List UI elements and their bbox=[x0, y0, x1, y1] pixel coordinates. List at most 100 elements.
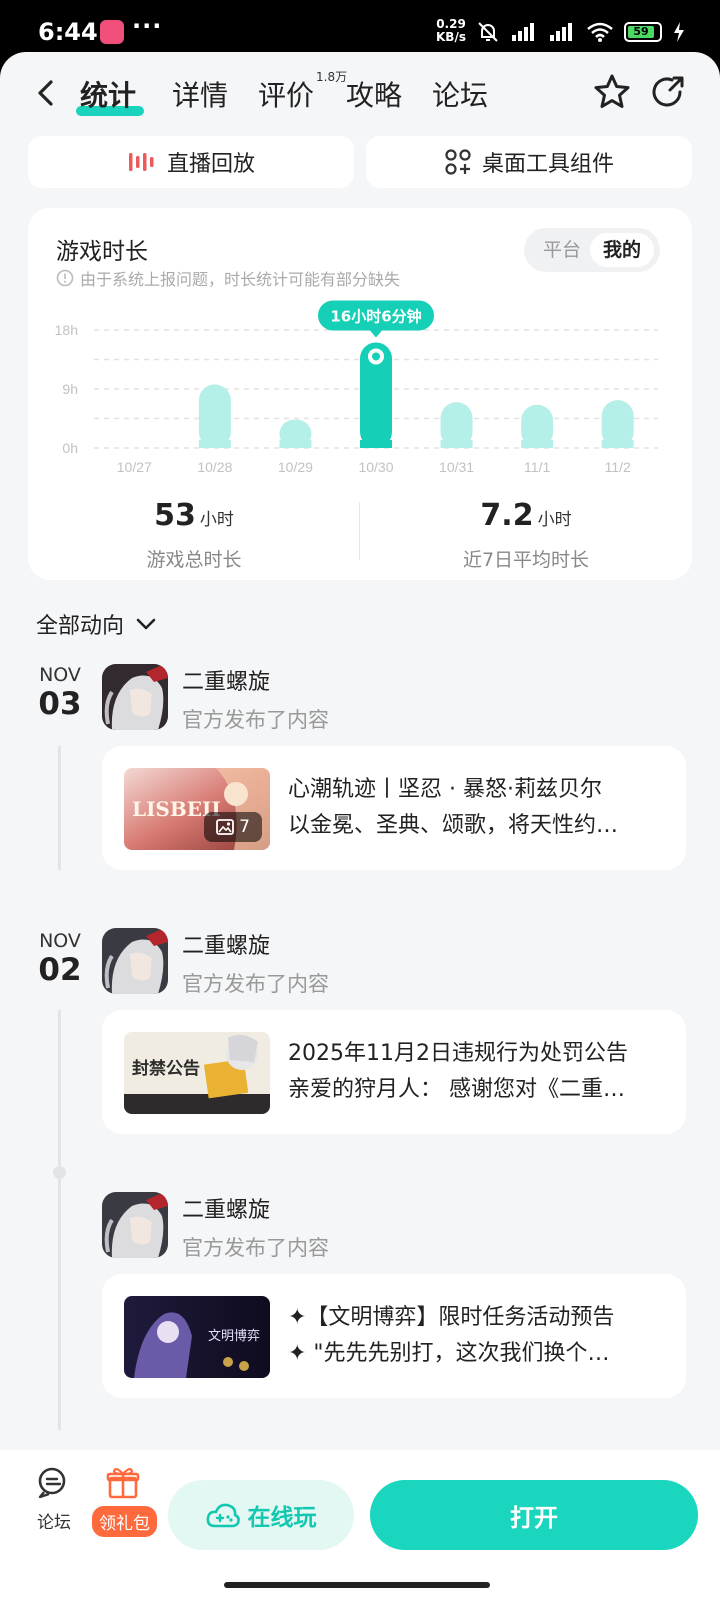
chart-bar-base bbox=[279, 440, 312, 448]
poster-action: 官方发布了内容 bbox=[182, 708, 329, 732]
chart-x-tick-label: 10/28 bbox=[197, 459, 232, 475]
gift-icon bbox=[106, 1467, 140, 1499]
poster-name[interactable]: 二重螺旋 bbox=[182, 1192, 270, 1224]
tab-statistics[interactable]: 统计 bbox=[80, 74, 136, 114]
chart-x-tick-label: 10/27 bbox=[117, 459, 152, 475]
forum-label: 论坛 bbox=[37, 1513, 71, 1533]
chart-tooltip-text: 16小时6分钟 bbox=[330, 307, 421, 325]
post-title: 心潮轨迹丨坚忍 · 暴怒·莉兹贝尔 bbox=[288, 777, 602, 802]
chart-bar-base bbox=[601, 440, 634, 448]
chart-y-tick-label: 9h bbox=[62, 381, 78, 397]
post-thumbnail: 封禁公告 bbox=[124, 1032, 270, 1114]
post-title: 2025年11月2日违规行为处罚公告 bbox=[288, 1041, 628, 1066]
more-notifications-icon: ··· bbox=[132, 12, 163, 40]
share-icon[interactable] bbox=[648, 72, 688, 112]
post-excerpt: ✦ "先先先别打，这次我们换个… bbox=[288, 1341, 610, 1366]
chart-y-tick-label: 18h bbox=[55, 322, 78, 338]
toggle-platform[interactable]: 平台 bbox=[530, 233, 594, 267]
tab-forum[interactable]: 论坛 bbox=[432, 74, 488, 114]
gift-pack-button[interactable]: 领礼包 bbox=[92, 1466, 157, 1537]
average-playtime: 7.2 小时 近7日平均时长 bbox=[360, 498, 692, 572]
chevron-down-icon bbox=[136, 618, 156, 630]
chart-x-tick-label: 10/31 bbox=[439, 459, 474, 475]
feed-post-card[interactable]: 文明博弈 ✦【文明博弈】限时任务活动预告 ✦ "先先先别打，这次我们换个… bbox=[102, 1274, 686, 1398]
post-thumbnail: 文明博弈 bbox=[124, 1296, 270, 1378]
info-circle-icon bbox=[56, 269, 74, 287]
forum-button[interactable]: 论坛 bbox=[26, 1466, 82, 1533]
activity-filter-dropdown[interactable]: 全部动向 bbox=[36, 608, 156, 640]
chart-bar-base bbox=[360, 440, 392, 448]
star-favorite-icon[interactable] bbox=[592, 72, 632, 112]
battery-indicator: 59 bbox=[624, 22, 662, 42]
feed-post-card[interactable]: 封禁公告 2025年11月2日违规行为处罚公告 亲爱的狩月人： 感谢您对《二重… bbox=[102, 1010, 686, 1134]
desktop-widget-label: 桌面工具组件 bbox=[481, 152, 614, 177]
poster-avatar[interactable] bbox=[102, 1192, 168, 1258]
total-playtime-value: 53 bbox=[154, 498, 196, 533]
average-playtime-label: 近7日平均时长 bbox=[462, 549, 590, 571]
timeline-line bbox=[58, 1010, 61, 1430]
playtime-title: 游戏时长 bbox=[56, 239, 148, 265]
activity-filter-label: 全部动向 bbox=[36, 614, 125, 639]
post-thumbnail: LISBEII 7 bbox=[124, 768, 270, 850]
bottom-action-bar: 论坛 领礼包 在线玩 打开 bbox=[0, 1450, 720, 1600]
wifi-icon bbox=[587, 22, 613, 42]
post-excerpt: 亲爱的狩月人： 感谢您对《二重… bbox=[288, 1077, 625, 1102]
open-game-button[interactable]: 打开 bbox=[370, 1480, 698, 1550]
timeline-dot bbox=[53, 1166, 66, 1179]
status-time: 6:44 bbox=[38, 18, 98, 46]
average-playtime-unit: 小时 bbox=[537, 510, 572, 530]
post-excerpt: 以金冕、圣典、颂歌，将天性约… bbox=[288, 813, 619, 838]
live-bars-icon bbox=[128, 153, 154, 171]
total-playtime-label: 游戏总时长 bbox=[146, 549, 242, 571]
review-count-badge: 1.8万 bbox=[316, 70, 348, 84]
poster-action: 官方发布了内容 bbox=[182, 972, 329, 996]
status-icons: 59 bbox=[476, 20, 686, 44]
top-navigation: 统计 详情 评价 1.8万 攻略 论坛 bbox=[0, 52, 720, 134]
svg-text:文明博弈: 文明博弈 bbox=[208, 1328, 260, 1344]
average-playtime-value: 7.2 bbox=[480, 498, 534, 533]
poster-avatar[interactable] bbox=[102, 928, 168, 994]
feed-post-card[interactable]: LISBEII 7 心潮轨迹丨坚忍 · 暴怒·莉兹贝尔 以金冕、圣典、颂歌，将天… bbox=[102, 746, 686, 870]
home-indicator[interactable] bbox=[224, 1582, 490, 1588]
tab-guides[interactable]: 攻略 bbox=[346, 74, 402, 114]
chat-bubble-icon bbox=[38, 1467, 66, 1499]
signal-icon-2 bbox=[550, 23, 572, 41]
net-speed: 0.29 KB/s bbox=[436, 17, 466, 44]
tab-reviews[interactable]: 评价 bbox=[258, 74, 314, 114]
live-replay-button[interactable]: 直播回放 bbox=[28, 136, 354, 188]
cloud-play-label: 在线玩 bbox=[247, 1505, 317, 1531]
total-playtime-unit: 小时 bbox=[199, 510, 234, 530]
post-title: ✦【文明博弈】限时任务活动预告 bbox=[288, 1305, 615, 1330]
post-text: ✦【文明博弈】限时任务活动预告 ✦ "先先先别打，这次我们换个… bbox=[288, 1300, 666, 1372]
chart-x-tick-label: 10/30 bbox=[358, 459, 393, 475]
tab-details[interactable]: 详情 bbox=[172, 74, 228, 114]
chart-bar-base bbox=[198, 440, 231, 448]
back-arrow-icon[interactable] bbox=[30, 76, 64, 110]
chart-y-tick-label: 0h bbox=[62, 440, 78, 456]
poster-name[interactable]: 二重螺旋 bbox=[182, 664, 270, 696]
chart-x-tick-label: 10/29 bbox=[278, 459, 313, 475]
widget-grid-icon bbox=[445, 149, 471, 175]
poster-avatar[interactable] bbox=[102, 664, 168, 730]
poster-name[interactable]: 二重螺旋 bbox=[182, 928, 270, 960]
poster-action: 官方发布了内容 bbox=[182, 1236, 329, 1260]
desktop-widget-button[interactable]: 桌面工具组件 bbox=[366, 136, 692, 188]
date-month: NOV bbox=[39, 664, 81, 686]
toggle-mine[interactable]: 我的 bbox=[590, 233, 654, 267]
platform-mine-toggle: 平台 我的 bbox=[524, 228, 660, 272]
image-count-badge: 7 bbox=[204, 812, 262, 842]
total-playtime: 53 小时 游戏总时长 bbox=[28, 498, 360, 572]
open-game-label: 打开 bbox=[510, 1503, 558, 1532]
date-day: 03 bbox=[38, 686, 82, 722]
signal-icon bbox=[512, 23, 534, 41]
chart-highlight-dot-inner bbox=[372, 352, 380, 361]
playtime-bar-chart: 0h 9h 18h 10/27 10/28 10/29 16小时6分钟 10/30 10/31 1… bbox=[55, 300, 658, 475]
mute-bell-icon bbox=[478, 22, 498, 42]
cloud-play-button[interactable]: 在线玩 bbox=[168, 1480, 354, 1550]
live-replay-label: 直播回放 bbox=[166, 152, 255, 177]
svg-text:封禁公告: 封禁公告 bbox=[132, 1058, 200, 1079]
chart-bar-base bbox=[440, 440, 473, 448]
playtime-note: 由于系统上报问题，时长统计可能有部分缺失 bbox=[56, 266, 400, 290]
game-detail-screen: 统计 详情 评价 1.8万 攻略 论坛 直播回放 桌面工具组件 游戏时长 由于系… bbox=[0, 52, 720, 1600]
chart-x-tick-label: 11/2 bbox=[605, 459, 631, 475]
